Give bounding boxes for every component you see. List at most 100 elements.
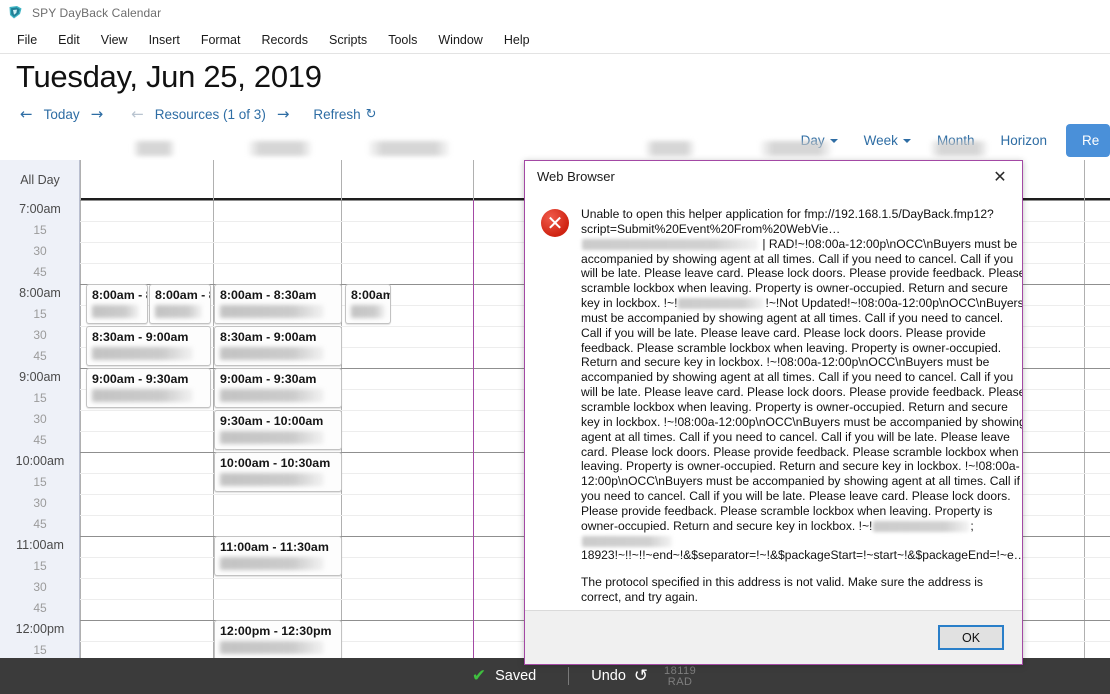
page-title: Tuesday, Jun 25, 2019 bbox=[16, 59, 322, 94]
close-icon[interactable]: ✕ bbox=[986, 164, 1014, 190]
event-time-label: 10:00am - 10:30am bbox=[220, 456, 331, 470]
resource-nav-group: ← Resources (1 of 3) → bbox=[127, 107, 294, 123]
error-message-text: Unable to open this helper application f… bbox=[581, 207, 1022, 604]
event-title-redacted bbox=[351, 305, 385, 318]
event-time-label: 9:00am - 9:30am bbox=[220, 372, 317, 386]
calendar-event[interactable]: 8:30am - 9:00am bbox=[86, 326, 211, 366]
event-time-label: 8:30am - 9:00am bbox=[220, 330, 317, 344]
web-browser-error-dialog: Web Browser ✕ ✕ Unable to open this help… bbox=[524, 160, 1023, 665]
menu-item-edit[interactable]: Edit bbox=[48, 31, 91, 49]
menu-item-view[interactable]: View bbox=[91, 31, 139, 49]
event-title-redacted bbox=[220, 473, 325, 486]
menu-item-file[interactable]: File bbox=[7, 31, 48, 49]
event-title-redacted bbox=[155, 305, 203, 318]
time-label-quarter: 15 bbox=[33, 475, 47, 489]
time-label-quarter: 30 bbox=[33, 580, 47, 594]
menu-item-window[interactable]: Window bbox=[428, 31, 493, 49]
error-paragraph-2: The protocol specified in this address i… bbox=[581, 575, 983, 605]
menu-item-insert[interactable]: Insert bbox=[139, 31, 191, 49]
event-time-label: 9:30am - 10:00am bbox=[220, 414, 324, 428]
calendar-event[interactable]: 8:00am - 8 bbox=[86, 284, 148, 324]
event-title-redacted bbox=[92, 347, 194, 360]
event-title-redacted bbox=[92, 389, 194, 402]
event-time-label: 8:00am - 8 bbox=[92, 288, 148, 302]
status-divider bbox=[568, 667, 570, 685]
calendar-event[interactable]: 8:30am - 9:00am bbox=[214, 326, 342, 366]
check-icon: ✔ bbox=[471, 665, 487, 686]
time-label-quarter: 30 bbox=[33, 328, 47, 342]
undo-button[interactable]: Undo ↺ bbox=[583, 667, 656, 685]
time-label-quarter: 15 bbox=[33, 559, 47, 573]
next-resource-arrow[interactable]: → bbox=[273, 107, 294, 122]
time-label-hour: 7:00am bbox=[19, 202, 61, 216]
calendar-event[interactable]: 9:30am - 10:00am bbox=[214, 410, 342, 450]
event-title-redacted bbox=[220, 641, 325, 654]
next-day-arrow[interactable]: → bbox=[87, 107, 108, 122]
calendar-event[interactable]: 9:00am - 9:30am bbox=[86, 368, 211, 408]
today-button[interactable]: Today bbox=[37, 107, 87, 122]
time-label-quarter: 45 bbox=[33, 601, 47, 615]
time-label-quarter: 15 bbox=[33, 643, 47, 657]
ok-button[interactable]: OK bbox=[938, 625, 1004, 650]
calendar-event[interactable]: 12:00pm - 12:30pm bbox=[214, 620, 342, 660]
menu-item-scripts[interactable]: Scripts bbox=[319, 31, 378, 49]
application-window: SPY DayBack Calendar File Edit View Insert F… bbox=[0, 0, 1110, 694]
refresh-button[interactable]: Refresh ↻ bbox=[313, 107, 376, 122]
time-label-hour: 11:00am bbox=[16, 538, 64, 552]
status-ghost-text: 18119 RAD bbox=[664, 665, 697, 688]
resource-column-header-3 bbox=[368, 141, 450, 156]
resource-column-header-6 bbox=[930, 141, 988, 156]
prev-resource-arrow[interactable]: ← bbox=[127, 107, 148, 122]
menu-item-help[interactable]: Help bbox=[494, 31, 541, 49]
menu-item-records[interactable]: Records bbox=[251, 31, 319, 49]
prev-day-arrow[interactable]: ← bbox=[16, 107, 37, 122]
event-time-label: 11:00am - 11:30am bbox=[220, 540, 329, 554]
event-time-label: 8:00am bbox=[351, 288, 391, 302]
time-label-quarter: 30 bbox=[33, 496, 47, 510]
dialog-body: ✕ Unable to open this helper application… bbox=[525, 193, 1022, 610]
refresh-icon: ↻ bbox=[365, 107, 377, 122]
navigation-row: ← Today → ← Resources (1 of 3) → Refresh… bbox=[16, 107, 377, 123]
resources-button[interactable]: Resources (1 of 3) bbox=[148, 107, 273, 122]
menu-bar-divider bbox=[0, 53, 1110, 54]
calendar-event[interactable]: 10:00am - 10:30am bbox=[214, 452, 342, 492]
column-divider bbox=[1084, 160, 1085, 678]
time-label-hour: 10:00am bbox=[15, 454, 65, 468]
time-label-quarter: 15 bbox=[33, 391, 47, 405]
calendar-event[interactable]: 8:00am - 8:30am bbox=[214, 284, 342, 324]
calendar-event[interactable]: 8:00am - 8 bbox=[149, 284, 211, 324]
event-time-label: 9:00am - 9:30am bbox=[92, 372, 189, 386]
time-label-quarter: 45 bbox=[33, 349, 47, 363]
redacted-text bbox=[582, 238, 758, 250]
status-bar-content: ✔ Saved Undo ↺ bbox=[454, 667, 656, 685]
event-time-label: 8:00am - 8:30am bbox=[220, 288, 317, 302]
column-divider bbox=[80, 160, 81, 678]
calendar-event[interactable]: 11:00am - 11:30am bbox=[214, 536, 342, 576]
resource-column-header-5 bbox=[760, 141, 832, 156]
saved-label: Saved bbox=[495, 668, 537, 684]
error-circle-icon: ✕ bbox=[541, 209, 569, 237]
time-label-quarter: 30 bbox=[33, 244, 47, 258]
event-title-redacted bbox=[220, 389, 325, 402]
event-title-redacted bbox=[220, 431, 325, 444]
calendar-event[interactable]: 9:00am - 9:30am bbox=[214, 368, 342, 408]
event-title-redacted bbox=[220, 557, 325, 570]
redacted-text bbox=[678, 298, 765, 310]
time-label-quarter: 15 bbox=[33, 307, 47, 321]
menu-item-tools[interactable]: Tools bbox=[378, 31, 428, 49]
time-label-quarter: 30 bbox=[33, 412, 47, 426]
menu-item-format[interactable]: Format bbox=[191, 31, 252, 49]
time-axis-column: All Day 7:00am 15 30 45 8:00am 15 30 45 9:00am 15… bbox=[0, 160, 80, 694]
app-logo-icon bbox=[8, 5, 23, 20]
error-icon-wrap: ✕ bbox=[541, 207, 581, 604]
time-label-quarter: 45 bbox=[33, 433, 47, 447]
time-label-hour: 9:00am bbox=[19, 370, 61, 384]
event-time-label: 8:00am - 8 bbox=[155, 288, 211, 302]
redacted-text bbox=[873, 520, 970, 532]
calendar-event[interactable]: 8:00am bbox=[345, 284, 391, 324]
date-nav-group: ← Today → bbox=[16, 107, 108, 123]
time-label-quarter: 15 bbox=[33, 223, 47, 237]
time-label-quarter: 45 bbox=[33, 265, 47, 279]
event-title-redacted bbox=[220, 347, 325, 360]
dialog-footer: OK bbox=[525, 610, 1022, 664]
